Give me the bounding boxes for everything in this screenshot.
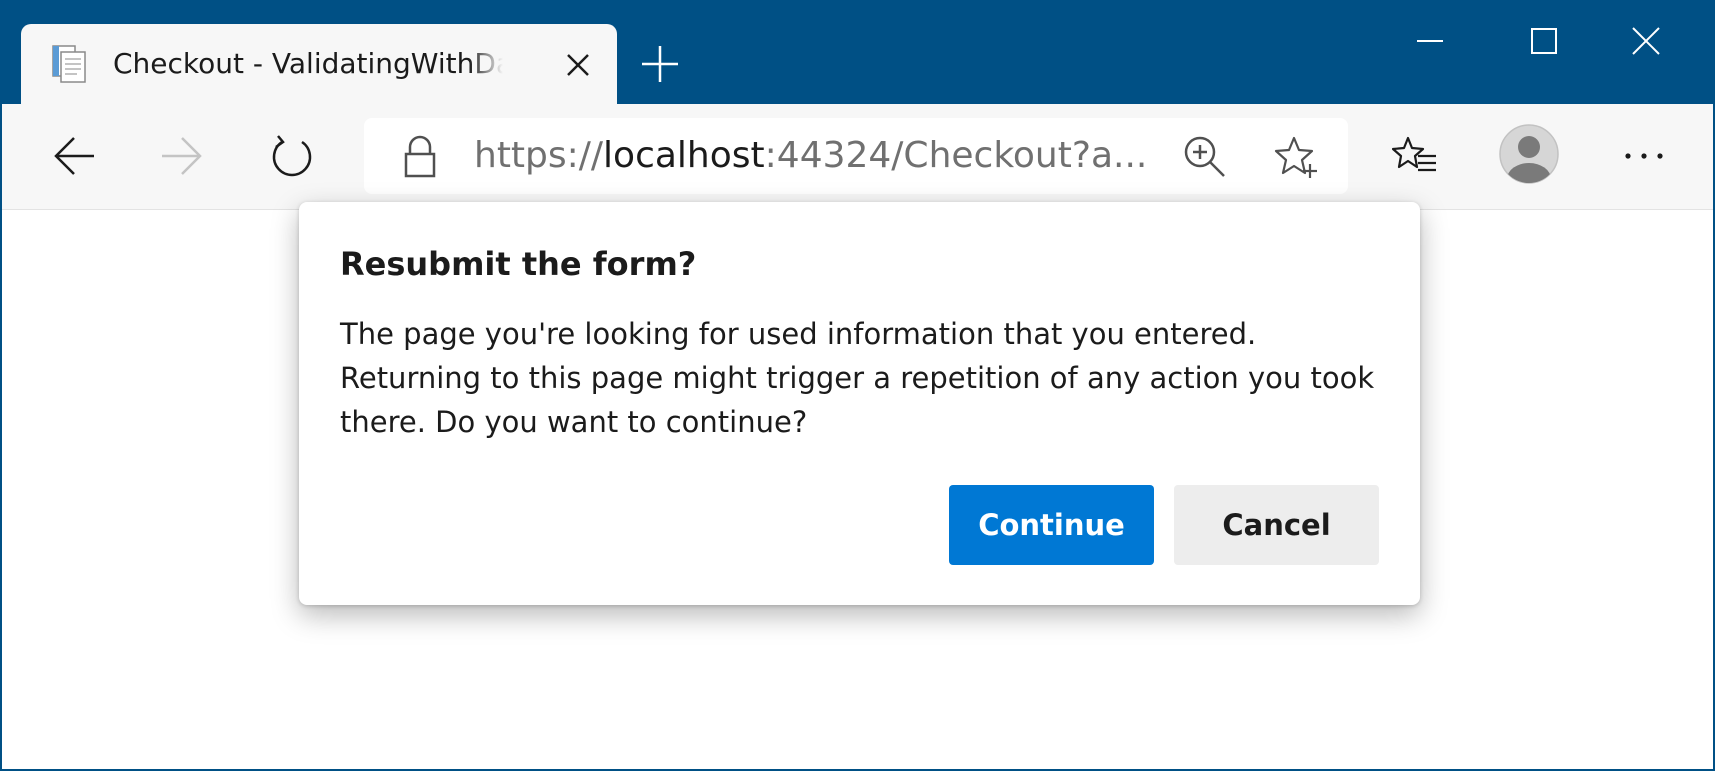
new-tab-plus-icon[interactable]: [638, 42, 682, 86]
window-close-icon[interactable]: [1606, 16, 1686, 66]
browser-window: Checkout - ValidatingWithDataAnnotations: [0, 0, 1715, 771]
url-rest: :44324/Checkout?a...: [764, 135, 1144, 176]
maximize-icon[interactable]: [1504, 16, 1584, 66]
lock-icon[interactable]: [400, 134, 440, 178]
page-icon: [49, 44, 89, 84]
url-text[interactable]: https://localhost:44324/Checkout?a...: [474, 132, 1144, 180]
refresh-icon[interactable]: [262, 126, 322, 186]
ellipsis-icon[interactable]: [1614, 126, 1674, 186]
dialog-title: Resubmit the form?: [340, 245, 697, 283]
resubmit-dialog: Resubmit the form? The page you're looki…: [299, 202, 1420, 605]
url-scheme: https://: [474, 135, 604, 176]
tab-close-icon[interactable]: [561, 48, 595, 82]
arrow-right-icon[interactable]: [152, 126, 212, 186]
continue-button[interactable]: Continue: [949, 485, 1154, 565]
tab-checkout[interactable]: Checkout - ValidatingWithDataAnnotations: [21, 24, 617, 106]
minimize-icon[interactable]: [1390, 16, 1470, 66]
star-add-icon[interactable]: [1274, 134, 1320, 180]
cancel-button[interactable]: Cancel: [1174, 485, 1379, 565]
arrow-left-icon[interactable]: [44, 126, 104, 186]
browser-toolbar: https://localhost:44324/Checkout?a...: [2, 104, 1713, 210]
avatar-icon[interactable]: [1498, 123, 1560, 185]
dialog-message: The page you're looking for used informa…: [340, 317, 1375, 439]
title-bar: Checkout - ValidatingWithDataAnnotations: [2, 2, 1713, 106]
tab-title: Checkout - ValidatingWithDataAnnotations: [113, 44, 503, 84]
zoom-in-icon[interactable]: [1182, 134, 1228, 180]
address-bar[interactable]: https://localhost:44324/Checkout?a...: [364, 118, 1348, 194]
favorites-list-icon[interactable]: [1386, 126, 1446, 186]
url-host: localhost: [603, 135, 765, 176]
